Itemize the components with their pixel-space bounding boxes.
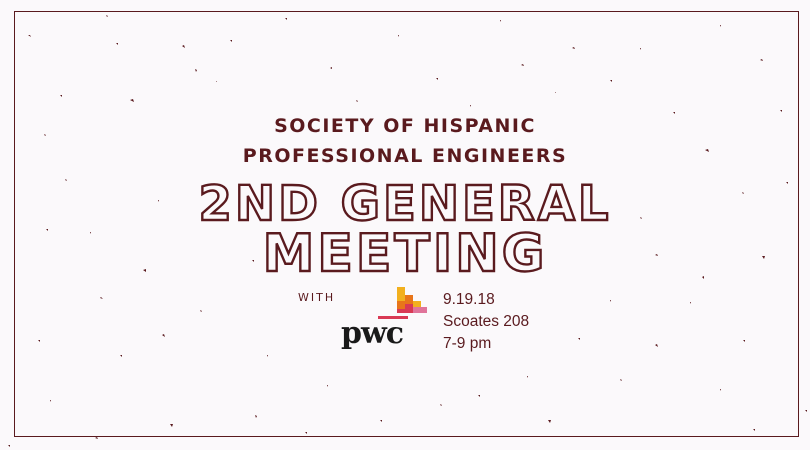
- organization-name-line2: PROFESSIONAL ENGINEERS: [242, 145, 568, 167]
- with-label: WITH: [298, 291, 336, 304]
- event-location: Scoates 208: [443, 313, 530, 330]
- event-time: 7-9 pm: [443, 335, 492, 352]
- event-date: 9.19.18: [443, 291, 495, 308]
- event-title-line2: MEETING: [261, 223, 548, 285]
- event-details: 9.19.18 Scoates 208 7-9 pm: [443, 289, 529, 355]
- organization-name-line1: SOCIETY OF HISPANIC: [274, 115, 536, 137]
- sponsor-name: pwc: [341, 316, 404, 351]
